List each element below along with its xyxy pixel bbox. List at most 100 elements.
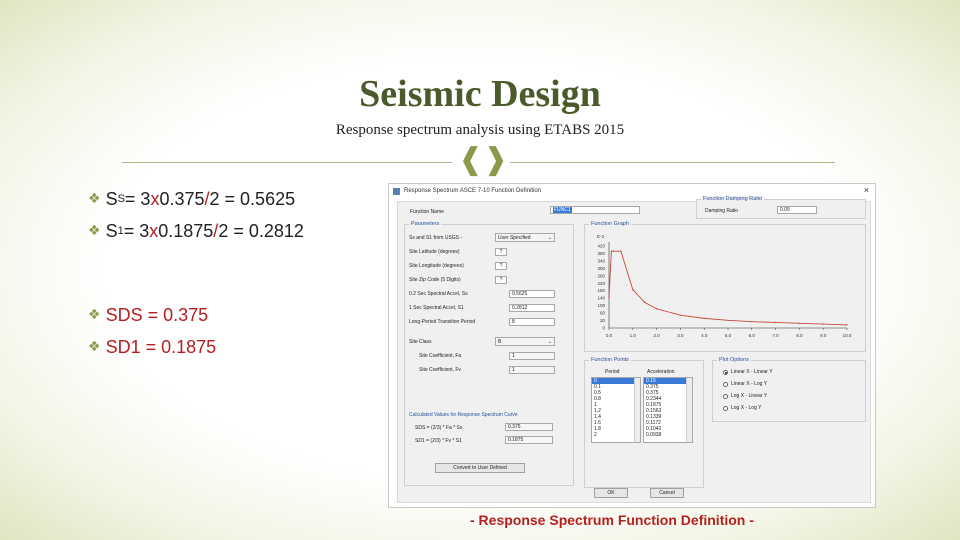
- acceleration-header: Acceleration: [647, 369, 675, 375]
- x-tick-label: 4.0: [701, 333, 708, 338]
- radio-icon[interactable]: [723, 405, 728, 411]
- y-tick-label: 0: [602, 326, 605, 331]
- ok-button[interactable]: OK: [594, 488, 628, 498]
- response-spectrum-dialog: Response Spectrum ASCE 7-10 Function Def…: [388, 183, 876, 508]
- function-points-group: Function Points Period Acceleration 0 0.1…: [584, 357, 704, 488]
- function-name-label: Function Name: [410, 209, 444, 215]
- parameter-label: Ss and S1 from USGS -: [409, 235, 463, 241]
- spectrum-point: [608, 296, 610, 298]
- x-tick-label: 9.0: [820, 333, 827, 338]
- x-tick-label: 5.0: [725, 333, 732, 338]
- x-tick-label: 2.0: [653, 333, 660, 338]
- dialog-title: Response Spectrum ASCE 7-10 Function Def…: [404, 188, 542, 194]
- parameter-input[interactable]: 1: [509, 352, 555, 360]
- dialog-titlebar: Response Spectrum ASCE 7-10 Function Def…: [389, 184, 875, 198]
- list-item[interactable]: 0.0938: [644, 432, 692, 438]
- parameter-input[interactable]: 0.2812: [509, 304, 555, 312]
- spectrum-point: [703, 317, 705, 320]
- calculated-values-label: Calculated Values for Response Spectrum …: [409, 412, 518, 418]
- radio-icon[interactable]: [723, 393, 728, 399]
- damping-group: Function Damping Ratio Damping Ratio 0.0…: [696, 196, 866, 219]
- y-tick-label: 20: [600, 318, 606, 323]
- y-tick-label: 340: [597, 258, 605, 263]
- damping-ratio-input[interactable]: 0.05: [777, 206, 817, 214]
- parameter-input[interactable]: 0.5625: [509, 290, 555, 298]
- figure-caption: - Response Spectrum Function Definition …: [470, 512, 754, 528]
- radio-icon[interactable]: [723, 369, 728, 375]
- y-tick-label: 220: [597, 281, 605, 286]
- plot-option-radio[interactable]: Log X - Linear Y: [723, 393, 767, 399]
- radio-icon[interactable]: [723, 381, 728, 387]
- y-tick-label: 420: [597, 244, 605, 249]
- parameter-label: 1 Sec Spectral Accel, S1: [409, 305, 464, 311]
- scrollbar[interactable]: [634, 378, 640, 442]
- acceleration-list[interactable]: 0.15 0.375 0.375 0.2344 0.1875 0.1563 0.1339 0.…: [643, 377, 693, 443]
- plot-option-radio[interactable]: Linear X - Linear Y: [723, 369, 773, 375]
- slide-title: Seismic Design: [359, 73, 601, 115]
- spectrum-point: [846, 324, 848, 326]
- sds-value: 0.375: [505, 423, 553, 431]
- divider-ornament: ❰❱: [458, 142, 509, 177]
- bullet-sd1: ❖ SD1 = 0.1875: [88, 336, 217, 357]
- function-name-input[interactable]: FUNC1: [550, 206, 640, 214]
- chevron-down-icon: ⌄: [547, 339, 552, 345]
- spectrum-point: [774, 321, 777, 324]
- bullet-marker-icon: ❖: [88, 223, 101, 239]
- y-tick-label: 100: [597, 303, 605, 308]
- parameter-label: 0.2 Sec Spectral Accel, Ss: [409, 291, 468, 297]
- y-tick-label: 140: [597, 296, 605, 301]
- parameter-label: Site Latitude (degrees): [409, 249, 460, 255]
- parameter-input[interactable]: 1: [509, 366, 555, 374]
- sd1-formula-label: SD1 = (2/3) * Fv * S1: [415, 438, 462, 444]
- bullet-marker-icon: ❖: [88, 307, 101, 323]
- plot-option-radio[interactable]: Linear X - Log Y: [723, 381, 767, 387]
- axis-unit-label: E-3: [597, 234, 605, 239]
- spectrum-point: [632, 288, 634, 291]
- app-icon: [393, 187, 400, 195]
- function-graph: E-3 420 380 340 300 260 220 180 140 100 60 20 00.0 1.…: [597, 234, 852, 338]
- bullet-s1: ❖ S1 = 3 x 0.1875/2 = 0.2812: [88, 220, 304, 241]
- y-tick-label: 60: [600, 311, 606, 316]
- spectrum-point: [679, 314, 682, 316]
- spectrum-point: [610, 250, 613, 252]
- close-icon[interactable]: ×: [864, 185, 869, 195]
- parameter-label: Site Coefficient, Fa: [419, 353, 462, 359]
- sds-formula-label: SDS = (2/3) * Fa * Ss: [415, 425, 463, 431]
- damping-ratio-label: Damping Ratio: [705, 208, 739, 214]
- slide-subtitle: Response spectrum analysis using ETABS 2…: [335, 122, 625, 138]
- site-location-field[interactable]: ?: [495, 262, 507, 270]
- spectrum-point: [751, 320, 753, 323]
- parameter-input[interactable]: 8: [509, 318, 555, 326]
- spectrum-point: [798, 322, 801, 324]
- scrollbar[interactable]: [686, 378, 692, 442]
- usgs-source-combo[interactable]: User Specified ⌄: [495, 233, 555, 242]
- y-tick-label: 180: [597, 288, 605, 293]
- period-list[interactable]: 0 0.1 0.5 0.8 1 1.2 1.4 1.6 1.8 2: [591, 377, 641, 443]
- spectrum-point: [655, 308, 658, 310]
- function-graph-group: Function Graph E-3 420 380 340 300 260 220 180 1…: [584, 221, 866, 352]
- parameter-label: Site Class: [409, 339, 432, 345]
- bullet-list: ❖ SS = 3 x 0.375/2 = 0.5625 ❖ S1 = 3 x 0…: [88, 183, 378, 363]
- cancel-button[interactable]: Cancel: [650, 488, 684, 498]
- parameter-label: Site Coefficient, Fv: [419, 367, 461, 373]
- plot-option-radio[interactable]: Log X - Log Y: [723, 405, 762, 411]
- x-tick-label: 0.0: [606, 333, 613, 338]
- sd1-value: 0.1875: [505, 436, 553, 444]
- site-class-combo[interactable]: B ⌄: [495, 337, 555, 346]
- x-tick-label: 10.0: [843, 333, 852, 338]
- list-item[interactable]: 2: [592, 432, 640, 438]
- x-tick-label: 1.0: [630, 333, 637, 338]
- site-location-field[interactable]: ?: [495, 248, 507, 256]
- spectrum-point: [644, 301, 646, 304]
- x-tick-label: 6.0: [749, 333, 756, 338]
- site-location-field[interactable]: ?: [495, 276, 507, 284]
- convert-to-user-defined-button[interactable]: Convert to User Defined: [435, 463, 525, 473]
- y-tick-label: 260: [597, 273, 605, 278]
- parameter-label: Site Zip Code (5 Digits): [409, 277, 461, 283]
- period-header: Period: [605, 369, 620, 375]
- spectrum-point: [822, 323, 824, 325]
- spectrum-point: [727, 319, 729, 322]
- x-tick-label: 3.0: [677, 333, 684, 338]
- parameter-label: Site Longitude (degrees): [409, 263, 464, 269]
- x-tick-label: 8.0: [796, 333, 803, 338]
